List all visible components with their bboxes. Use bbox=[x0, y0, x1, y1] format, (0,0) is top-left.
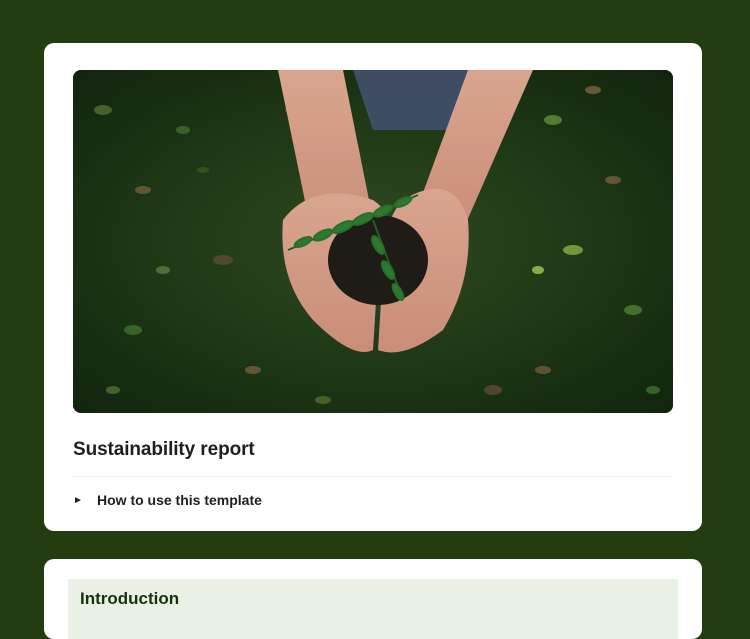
introduction-card: Introduction bbox=[44, 559, 702, 639]
section-title: Introduction bbox=[80, 589, 180, 608]
divider bbox=[73, 476, 671, 477]
how-to-use-toggle[interactable]: ► How to use this template bbox=[73, 492, 262, 508]
hero-image bbox=[73, 70, 673, 413]
page-title: Sustainability report bbox=[73, 439, 255, 460]
collapsed-triangle-icon: ► bbox=[73, 494, 83, 506]
toggle-label: How to use this template bbox=[97, 492, 262, 508]
template-card: Sustainability report ► How to use this … bbox=[44, 43, 702, 531]
section-header: Introduction bbox=[68, 579, 678, 639]
